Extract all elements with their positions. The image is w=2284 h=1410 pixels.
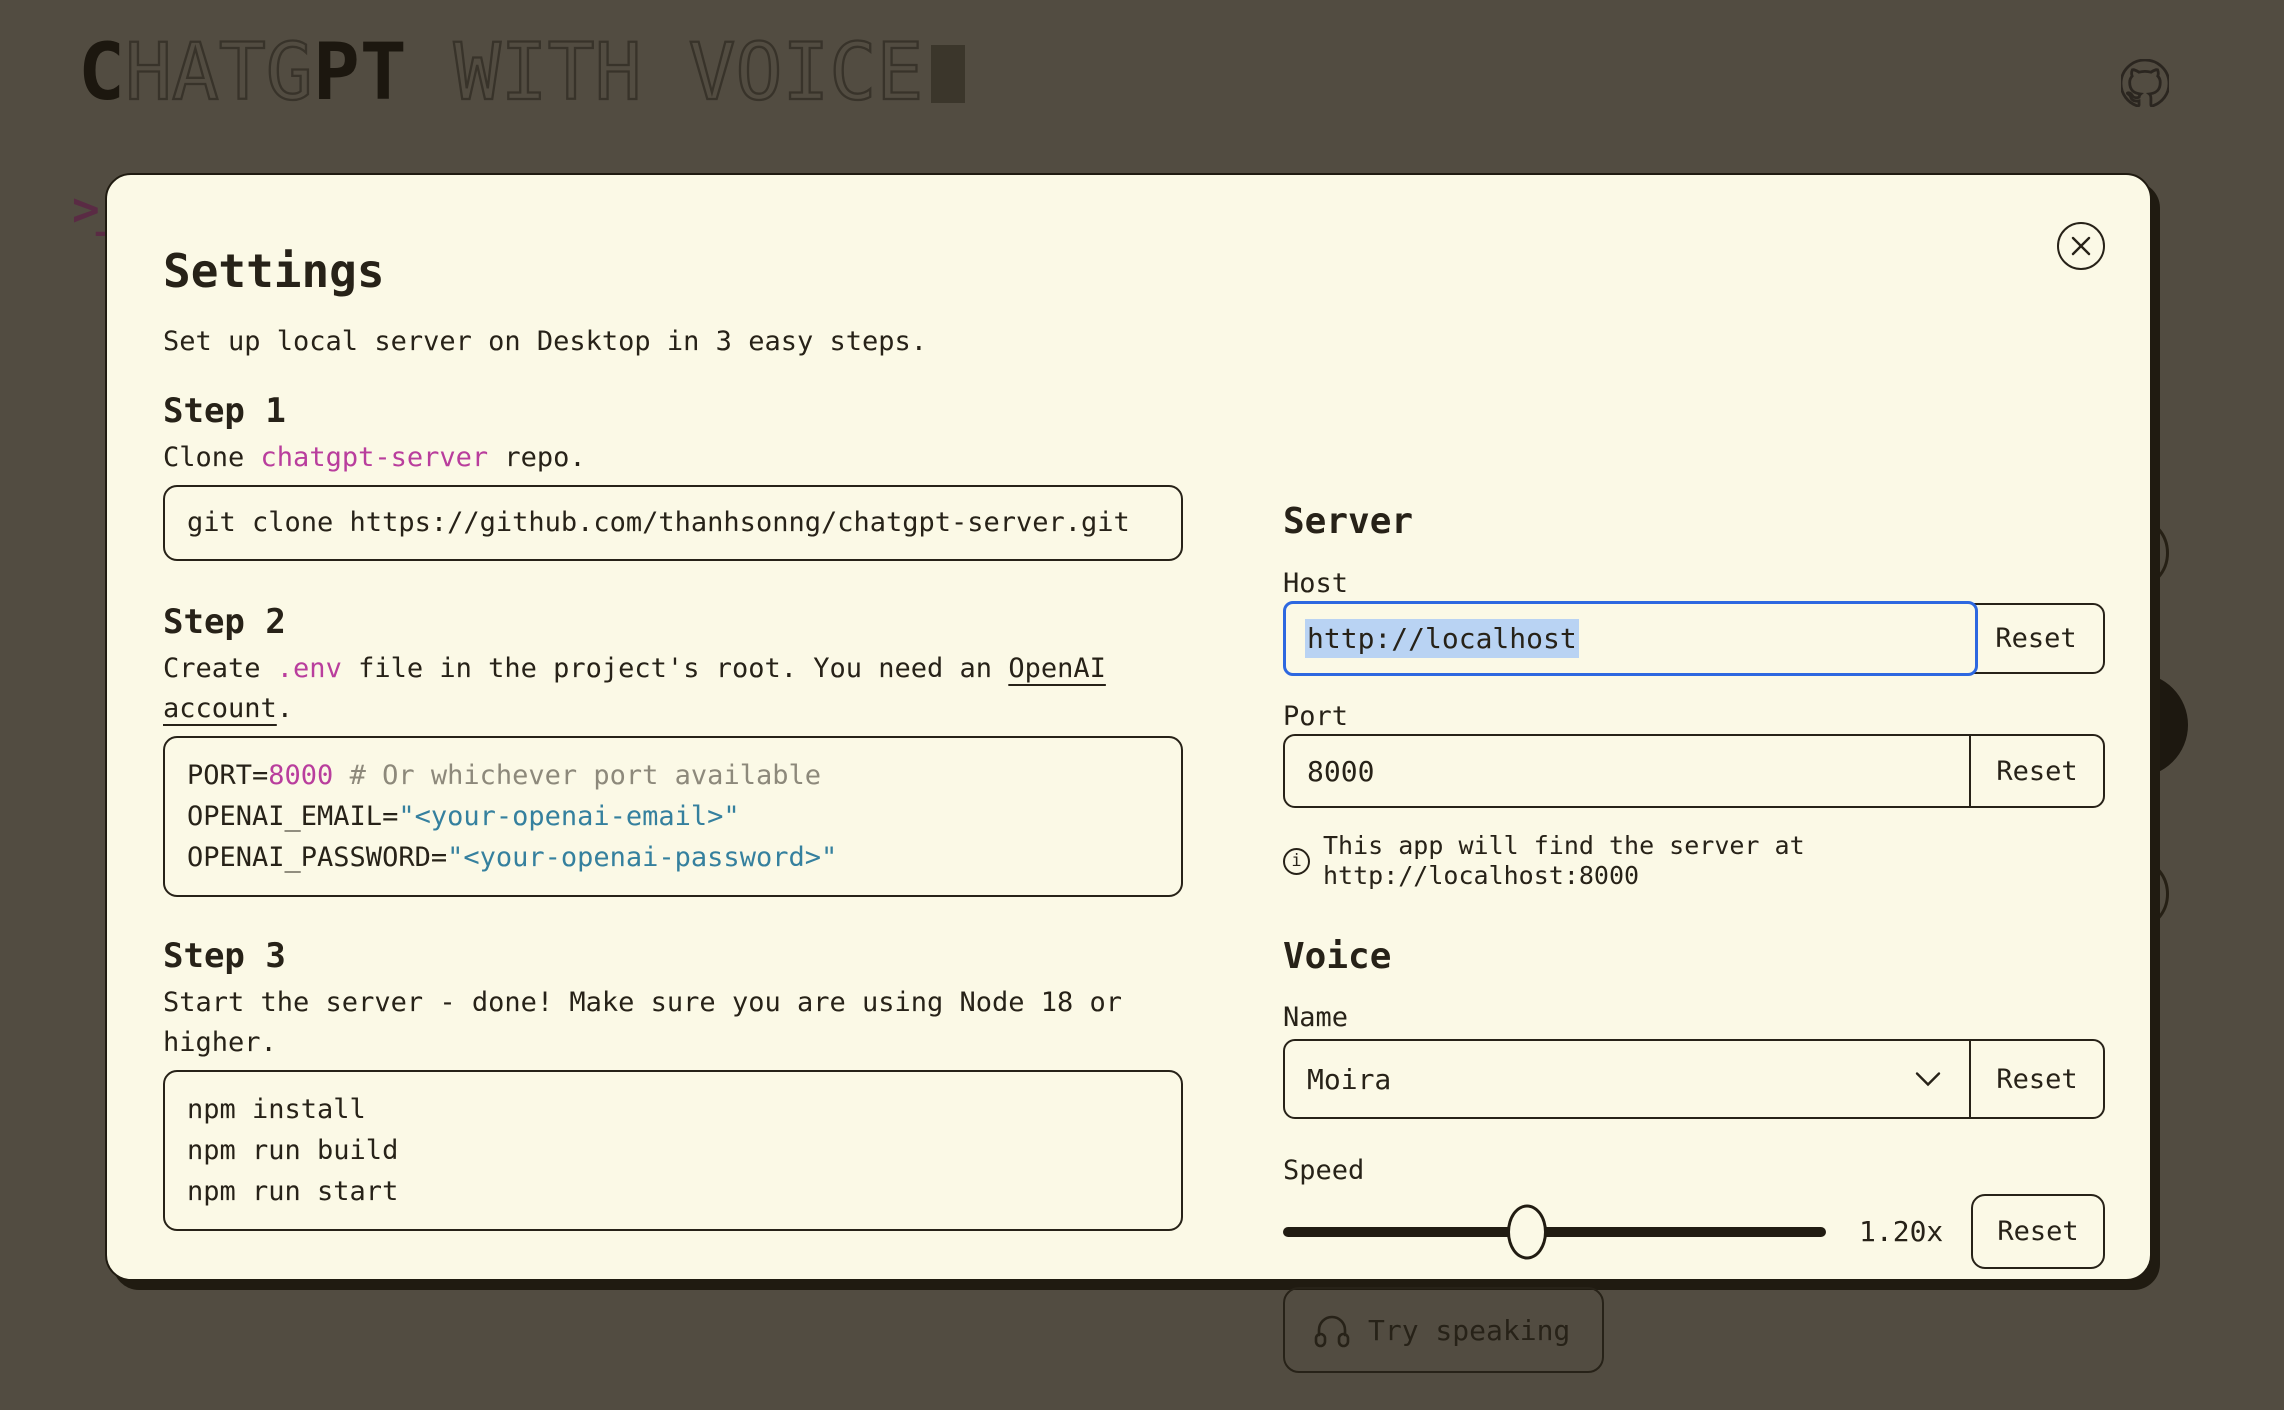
port-input-value: 8000 <box>1307 755 1374 788</box>
port-reset-button[interactable]: Reset <box>1969 736 2103 806</box>
title-block-cursor <box>931 45 965 103</box>
github-link[interactable] <box>2121 59 2169 107</box>
try-speaking-button[interactable]: Try speaking <box>1283 1287 1604 1373</box>
step2-description: Create .env file in the project's root. … <box>163 649 1183 729</box>
code-line: npm run start <box>187 1171 1159 1212</box>
voice-name-label: Name <box>1283 1003 2105 1033</box>
steps-column: Step 1 Clone chatgpt-server repo. git cl… <box>163 360 1183 1373</box>
screen: CHATGPT WITH VOICE >_ Settings Set up lo… <box>0 0 2284 1410</box>
close-button[interactable] <box>2057 222 2105 270</box>
host-row: http://localhost Reset <box>1283 601 2105 676</box>
step1-heading: Step 1 <box>163 390 1183 432</box>
voice-name-row: Moira Reset <box>1283 1039 2105 1119</box>
settings-column: Server Host http://localhost Reset Port … <box>1283 360 2105 1373</box>
host-input[interactable]: http://localhost <box>1283 601 1978 676</box>
chevron-down-icon <box>1915 1072 1941 1087</box>
code-line: PORT=8000 # Or whichever port available <box>187 755 1159 796</box>
port-row: 8000 Reset <box>1283 734 2105 808</box>
code-line: npm run build <box>187 1130 1159 1171</box>
step1-description: Clone chatgpt-server repo. <box>163 438 1183 478</box>
speed-value: 1.20x <box>1859 1215 1943 1248</box>
server-info-text: This app will find the server at http://… <box>1323 831 2105 891</box>
voice-name-value: Moira <box>1307 1063 1391 1096</box>
step3-heading: Step 3 <box>163 935 1183 977</box>
port-label: Port <box>1283 702 2105 732</box>
host-reset-button[interactable]: Reset <box>1967 603 2105 674</box>
code-line: OPENAI_EMAIL="<your-openai-email>" <box>187 796 1159 837</box>
port-input[interactable]: 8000 <box>1285 736 1969 806</box>
headphones-icon <box>1311 1309 1353 1351</box>
info-icon: i <box>1283 848 1310 875</box>
app-title-text: CHATGPT WITH VOICE <box>78 28 923 118</box>
server-section-heading: Server <box>1283 502 2105 542</box>
modal-subtitle: Set up local server on Desktop in 3 easy… <box>163 324 2094 360</box>
speed-label: Speed <box>1283 1156 2105 1186</box>
speed-reset-button[interactable]: Reset <box>1971 1194 2105 1269</box>
settings-modal: Settings Set up local server on Desktop … <box>105 173 2152 1281</box>
server-info: i This app will find the server at http:… <box>1283 831 2105 891</box>
speed-row: 1.20x Reset <box>1283 1194 2105 1269</box>
host-input-value: http://localhost <box>1305 619 1579 658</box>
github-icon <box>2121 59 2169 107</box>
modal-title: Settings <box>163 245 2094 297</box>
step3-code-block: npm installnpm run buildnpm run start <box>163 1070 1183 1231</box>
voice-section-heading: Voice <box>1283 937 2105 977</box>
voice-name-reset-button[interactable]: Reset <box>1969 1041 2103 1117</box>
step2-heading: Step 2 <box>163 601 1183 643</box>
app-title: CHATGPT WITH VOICE <box>78 30 965 116</box>
step3-description: Start the server - done! Make sure you a… <box>163 983 1183 1063</box>
close-icon <box>2059 224 2103 268</box>
speed-slider-thumb[interactable] <box>1507 1204 1547 1259</box>
try-speaking-label: Try speaking <box>1368 1314 1570 1347</box>
code-line: npm install <box>187 1089 1159 1130</box>
speed-slider-track[interactable] <box>1283 1227 1826 1237</box>
host-label: Host <box>1283 569 2105 599</box>
code-line: OPENAI_PASSWORD="<your-openai-password>" <box>187 837 1159 878</box>
step2-code-block: PORT=8000 # Or whichever port availableO… <box>163 736 1183 897</box>
voice-name-select[interactable]: Moira <box>1285 1041 1969 1117</box>
code-line: git clone https://github.com/thanhsonng/… <box>187 506 1159 540</box>
step1-code-block: git clone https://github.com/thanhsonng/… <box>163 485 1183 561</box>
